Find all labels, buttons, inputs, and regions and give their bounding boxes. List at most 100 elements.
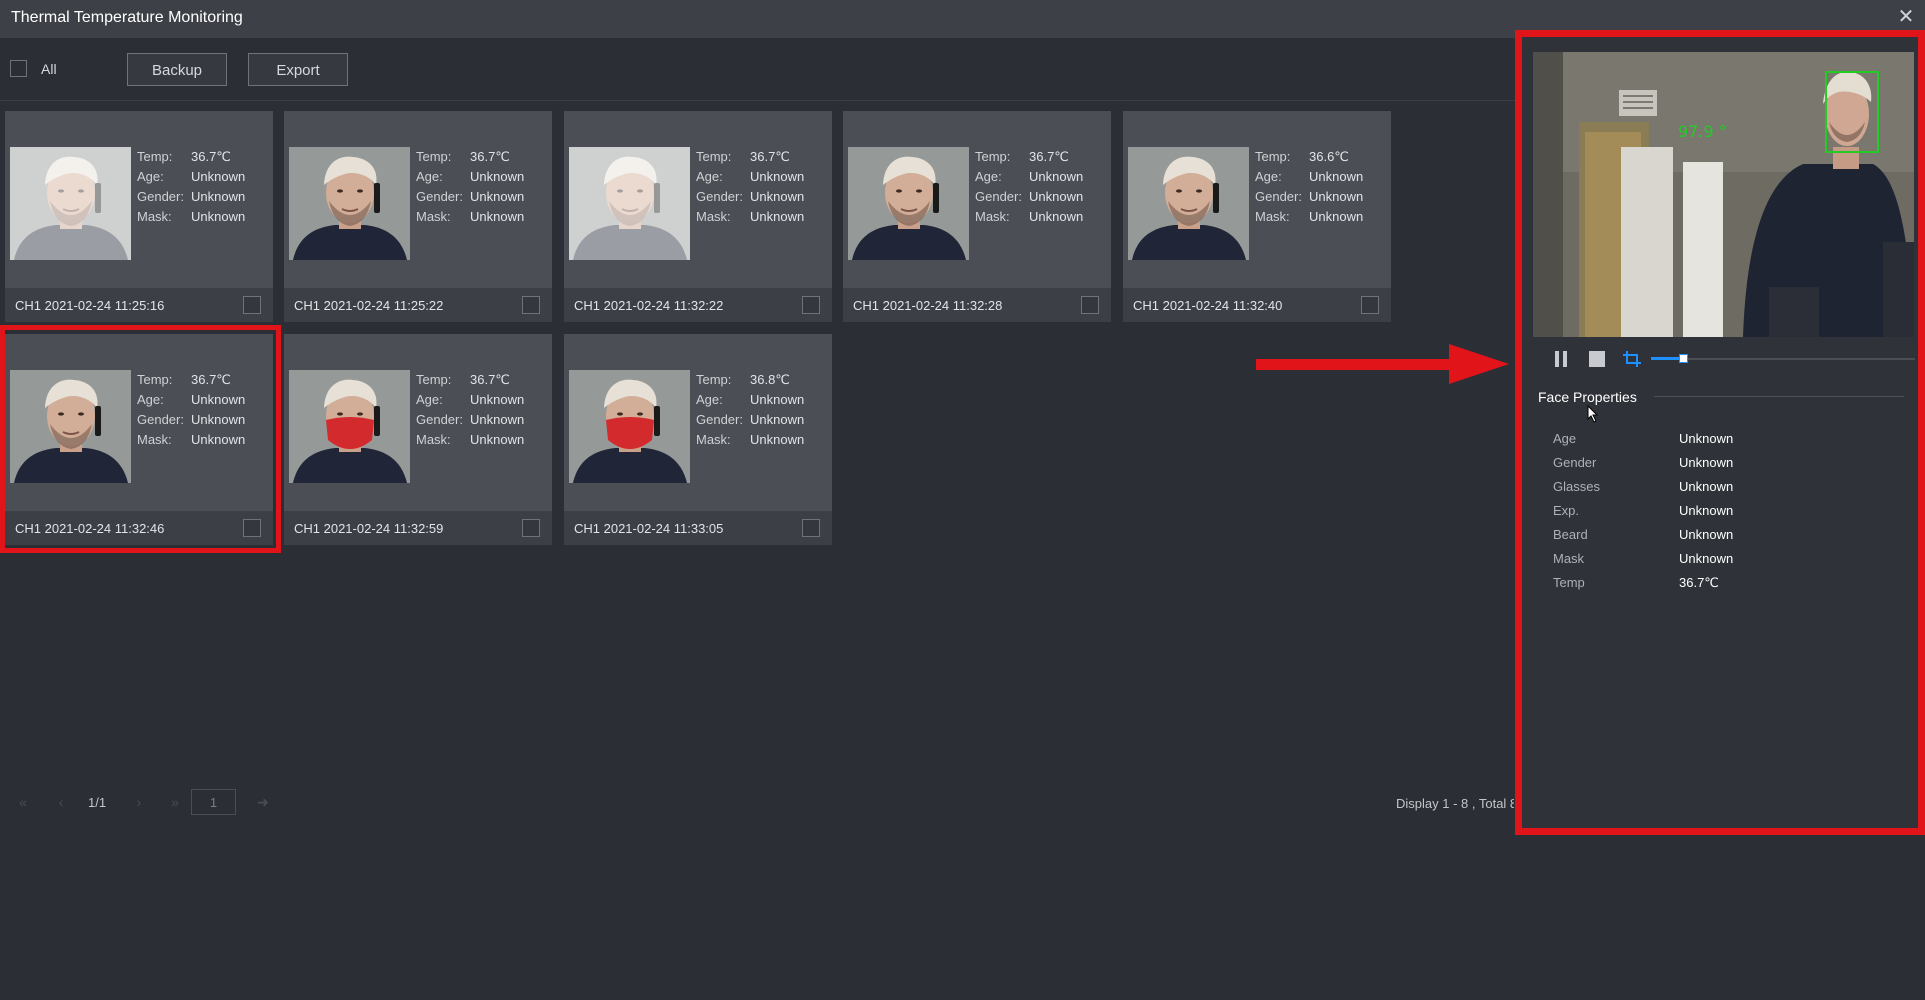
face-property-row: Exp. Unknown [1553,499,1883,523]
card-timestamp: CH1 2021-02-24 11:32:22 [574,298,724,313]
pause-icon[interactable] [1554,350,1568,368]
go-page-icon[interactable]: ➜ [250,789,276,815]
face-property-key: Mask [1553,551,1585,566]
age-label: Age: [696,392,723,407]
card-checkbox[interactable] [802,296,820,314]
mask-value: Unknown [1029,209,1084,224]
face-property-value: Unknown [1679,431,1734,446]
card-info: Temp: 36.7℃ Age: Unknown Gender: Unknown Ma… [137,147,245,227]
age-value: Unknown [1029,169,1084,184]
snapshot-card[interactable]: Temp: 36.7℃ Age: Unknown Gender: Unknown Ma… [564,111,832,322]
last-page-icon[interactable]: » [162,789,188,815]
page-number-input[interactable]: 1 [191,789,236,815]
snapshot-card[interactable]: Temp: 36.6℃ Age: Unknown Gender: Unknown Ma… [1123,111,1391,322]
first-page-icon[interactable]: « [10,789,36,815]
temp-label: Temp: [696,149,732,164]
gender-label: Gender: [975,189,1022,204]
mask-label: Mask: [1255,209,1290,224]
face-property-value: 36.7℃ [1679,575,1719,590]
card-checkbox[interactable] [243,296,261,314]
card-checkbox[interactable] [802,519,820,537]
face-properties-title: Face Properties [1538,389,1637,405]
mask-label: Mask: [416,209,451,224]
face-property-row: Mask Unknown [1553,547,1883,571]
card-footer: CH1 2021-02-24 11:32:40 [1123,288,1391,322]
age-value: Unknown [750,392,805,407]
temp-value: 36.8℃ [750,372,790,387]
age-value: Unknown [1309,169,1364,184]
playback-controls [1533,347,1915,371]
face-property-row: Beard Unknown [1553,523,1883,547]
mask-label: Mask: [696,209,731,224]
stop-icon[interactable] [1589,351,1605,367]
selected-card-highlight [0,325,281,553]
close-icon[interactable]: ✕ [1895,6,1917,28]
window-title: Thermal Temperature Monitoring [11,9,243,26]
temp-value: 36.7℃ [470,372,510,387]
prev-page-icon[interactable]: ‹ [48,789,74,815]
temp-label: Temp: [975,149,1011,164]
annotation-arrow [1256,344,1509,384]
snapshot-card[interactable]: Temp: 36.7℃ Age: Unknown Gender: Unknown Ma… [843,111,1111,322]
card-checkbox[interactable] [522,519,540,537]
crop-icon[interactable] [1621,349,1645,369]
face-thumbnail [1128,147,1249,260]
face-property-key: Glasses [1553,479,1600,494]
video-player[interactable]: 97.9 ° [1533,52,1914,337]
face-property-key: Temp [1553,575,1585,590]
backup-button[interactable]: Backup [127,53,227,86]
face-thumbnail [848,147,969,260]
gender-value: Unknown [750,189,805,204]
face-property-key: Age [1553,431,1577,446]
video-overlay-temp: 97.9 ° [1678,122,1727,141]
mask-label: Mask: [416,432,451,447]
snapshot-card[interactable]: Temp: 36.7℃ Age: Unknown Gender: Unknown Ma… [284,334,552,545]
mask-label: Mask: [696,432,731,447]
temp-label: Temp: [1255,149,1291,164]
mask-label: Mask: [137,209,172,224]
temp-label: Temp: [137,149,173,164]
export-button[interactable]: Export [248,53,348,86]
age-label: Age: [975,169,1002,184]
card-checkbox[interactable] [1361,296,1379,314]
temp-label: Temp: [416,149,452,164]
card-footer: CH1 2021-02-24 11:25:16 [5,288,273,322]
card-timestamp: CH1 2021-02-24 11:32:28 [853,298,1003,313]
card-timestamp: CH1 2021-02-24 11:32:40 [1133,298,1283,313]
age-label: Age: [696,169,723,184]
card-footer: CH1 2021-02-24 11:32:59 [284,511,552,545]
select-all-checkbox[interactable] [10,60,27,77]
temp-value: 36.7℃ [750,149,790,164]
gender-label: Gender: [696,189,743,204]
gender-label: Gender: [1255,189,1302,204]
age-value: Unknown [750,169,805,184]
temp-label: Temp: [696,372,732,387]
snapshot-card[interactable]: Temp: 36.8℃ Age: Unknown Gender: Unknown Ma… [564,334,832,545]
mask-value: Unknown [750,209,805,224]
card-checkbox[interactable] [1081,296,1099,314]
mask-label: Mask: [975,209,1010,224]
gender-value: Unknown [470,412,525,427]
progress-track[interactable] [1651,358,1915,360]
progress-handle[interactable] [1679,354,1688,363]
card-checkbox[interactable] [522,296,540,314]
gender-value: Unknown [470,189,525,204]
face-property-key: Beard [1553,527,1588,542]
card-timestamp: CH1 2021-02-24 11:32:59 [294,521,444,536]
mask-value: Unknown [750,432,805,447]
temp-value: 36.7℃ [1029,149,1069,164]
face-thumbnail [569,147,690,260]
card-info: Temp: 36.6℃ Age: Unknown Gender: Unknown Ma… [1255,147,1363,227]
age-value: Unknown [470,392,525,407]
age-label: Age: [137,169,164,184]
face-property-row: Gender Unknown [1553,451,1883,475]
face-property-key: Gender [1553,455,1597,470]
face-thumbnail [289,370,410,483]
age-label: Age: [416,169,443,184]
age-value: Unknown [470,169,525,184]
age-value: Unknown [191,169,246,184]
mask-value: Unknown [470,209,525,224]
snapshot-card[interactable]: Temp: 36.7℃ Age: Unknown Gender: Unknown Ma… [5,111,273,322]
snapshot-card[interactable]: Temp: 36.7℃ Age: Unknown Gender: Unknown Ma… [284,111,552,322]
next-page-icon[interactable]: › [126,789,152,815]
